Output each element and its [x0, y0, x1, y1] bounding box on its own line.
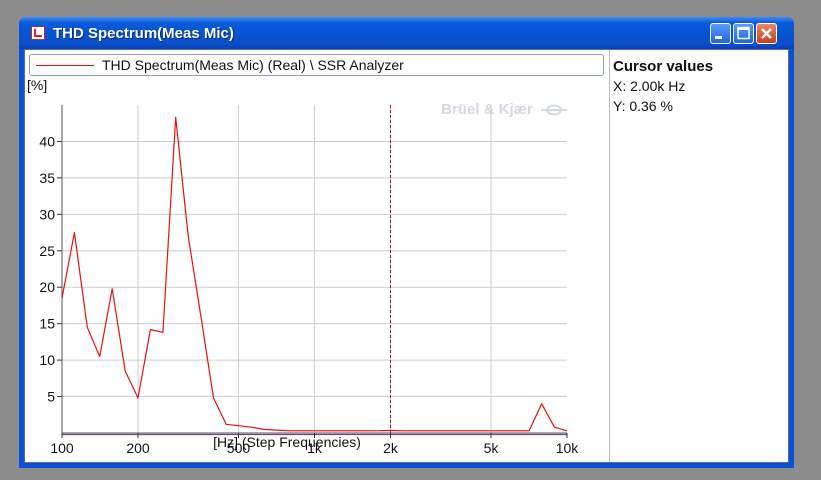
window-title: THD Spectrum(Meas Mic): [53, 25, 234, 42]
x-tick-label: 500: [227, 440, 251, 456]
y-tick-label: 30: [39, 206, 55, 222]
thd-spectrum-chart[interactable]: [%] [Hz] (Step Frequencies) Brüel & Kjær…: [25, 76, 607, 461]
y-tick-label: 15: [39, 316, 55, 332]
y-tick-label: 25: [39, 243, 55, 259]
legend-line-swatch: [36, 65, 94, 66]
analyzer-app-icon[interactable]: [31, 26, 45, 40]
minimize-button[interactable]: [710, 23, 731, 44]
minimize-icon: [715, 36, 722, 39]
legend-label: THD Spectrum(Meas Mic) (Real) \ SSR Anal…: [102, 57, 404, 73]
maximize-icon: [737, 26, 750, 40]
cursor-x-value: X: 2.00k Hz: [613, 78, 686, 94]
y-tick-label: 10: [39, 352, 55, 368]
brand-watermark: Brüel & Kjær: [441, 101, 533, 118]
y-tick-label: 5: [47, 389, 55, 405]
y-axis-label: [%]: [27, 77, 47, 93]
y-tick-label: 40: [39, 133, 55, 149]
x-tick-label: 5k: [484, 440, 500, 456]
y-tick-label: 20: [39, 279, 55, 295]
x-tick-label: 2k: [383, 440, 399, 456]
window-client-area: THD Spectrum(Meas Mic) (Real) \ SSR Anal…: [24, 49, 789, 463]
title-bar[interactable]: THD Spectrum(Meas Mic): [19, 17, 794, 49]
cursor-values-panel: Cursor values X: 2.00k Hz Y: 0.36 %: [609, 50, 788, 462]
cursor-y-value: Y: 0.36 %: [613, 98, 673, 114]
close-icon: [761, 28, 772, 39]
x-tick-label: 100: [50, 440, 74, 456]
series-legend[interactable]: THD Spectrum(Meas Mic) (Real) \ SSR Anal…: [29, 54, 604, 76]
x-tick-label: 10k: [556, 440, 580, 456]
x-tick-label: 200: [126, 440, 150, 456]
thd-spectrum-window: THD Spectrum(Meas Mic) THD Spectrum(Meas…: [19, 17, 794, 468]
maximize-button[interactable]: [733, 23, 754, 44]
x-tick-label: 1k: [307, 440, 323, 456]
y-tick-label: 35: [39, 170, 55, 186]
cursor-values-title: Cursor values: [613, 58, 714, 75]
brand-logo-icon: [541, 104, 567, 116]
close-button[interactable]: [756, 23, 777, 44]
